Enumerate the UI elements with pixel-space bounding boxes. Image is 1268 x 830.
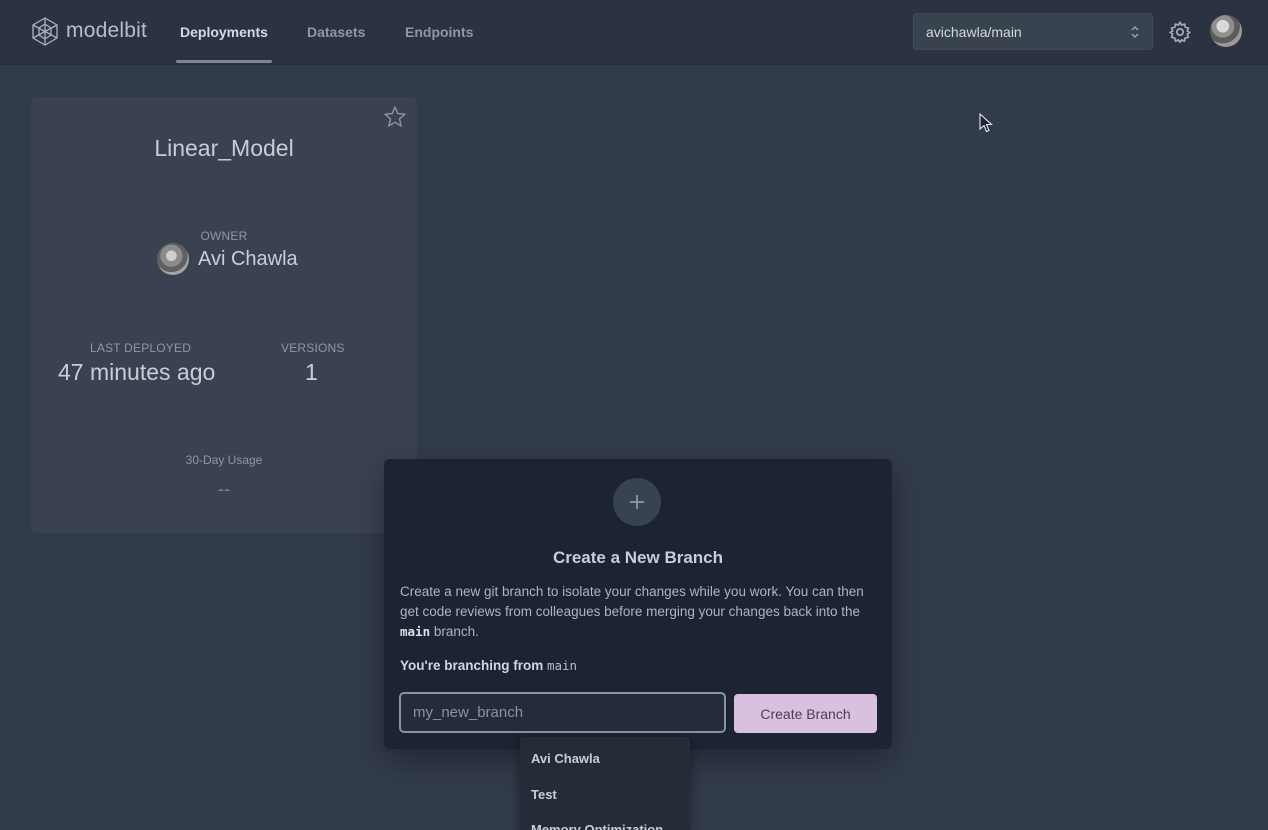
last-deployed-value: 47 minutes ago bbox=[58, 359, 216, 385]
modal-title: Create a New Branch bbox=[552, 548, 724, 567]
owner-avatar bbox=[157, 243, 189, 275]
nav-deployments-label: Deployments bbox=[180, 24, 268, 40]
dropdown-item[interactable]: Avi Chawla bbox=[531, 751, 600, 766]
create-branch-modal: Create a New Branch Create a new git bra… bbox=[384, 459, 892, 749]
nav-datasets[interactable]: Datasets bbox=[307, 0, 365, 64]
autocomplete-dropdown: Avi Chawla Test Memory Optimization bbox=[520, 737, 690, 830]
modal-description-code: main bbox=[400, 624, 431, 639]
nav-endpoints-label: Endpoints bbox=[405, 24, 474, 40]
versions-label: VERSIONS bbox=[281, 341, 345, 355]
branch-selector-value: avichawla/main bbox=[926, 23, 1022, 40]
dropdown-item[interactable]: Memory Optimization bbox=[531, 822, 663, 830]
deployment-card[interactable]: Linear_Model OWNER Avi Chawla LAST DEPLO… bbox=[31, 97, 417, 533]
last-deployed-label: LAST DEPLOYED bbox=[90, 341, 192, 355]
usage-label: 30-Day Usage bbox=[185, 453, 263, 467]
top-bar: modelbit Deployments Datasets Endpoints … bbox=[0, 0, 1268, 65]
branch-selector[interactable]: avichawla/main bbox=[913, 13, 1153, 50]
star-icon[interactable] bbox=[383, 105, 407, 129]
nav-endpoints[interactable]: Endpoints bbox=[405, 0, 473, 64]
modal-description-text: Create a new git branch to isolate your … bbox=[400, 584, 864, 619]
plus-icon bbox=[613, 478, 661, 526]
usage-value: -- bbox=[218, 479, 230, 499]
modelbit-cube-icon bbox=[32, 17, 58, 46]
create-branch-button[interactable]: Create Branch bbox=[734, 694, 877, 733]
owner: Avi Chawla bbox=[157, 243, 298, 275]
owner-label: OWNER bbox=[200, 229, 248, 243]
owner-name: Avi Chawla bbox=[198, 247, 298, 270]
user-avatar[interactable] bbox=[1210, 15, 1242, 47]
nav-datasets-label: Datasets bbox=[307, 24, 366, 40]
deployment-title[interactable]: Linear_Model bbox=[31, 135, 417, 162]
mouse-cursor-icon bbox=[979, 113, 993, 133]
branching-from-label: You're branching from bbox=[400, 658, 547, 673]
nav-deployments[interactable]: Deployments bbox=[176, 0, 272, 64]
gear-icon[interactable] bbox=[1168, 20, 1192, 44]
versions-value: 1 bbox=[305, 359, 318, 385]
branching-from: You're branching from main bbox=[400, 658, 577, 673]
branching-from-value: main bbox=[546, 658, 578, 673]
modal-description-suffix: branch. bbox=[430, 624, 479, 639]
modal-description: Create a new git branch to isolate your … bbox=[400, 582, 878, 642]
branch-name-input[interactable] bbox=[399, 692, 726, 733]
chevron-up-down-icon bbox=[1131, 26, 1139, 38]
logo-text: modelbit bbox=[66, 19, 147, 42]
modelbit-logo[interactable]: modelbit bbox=[30, 16, 147, 46]
dropdown-item[interactable]: Test bbox=[531, 787, 557, 802]
